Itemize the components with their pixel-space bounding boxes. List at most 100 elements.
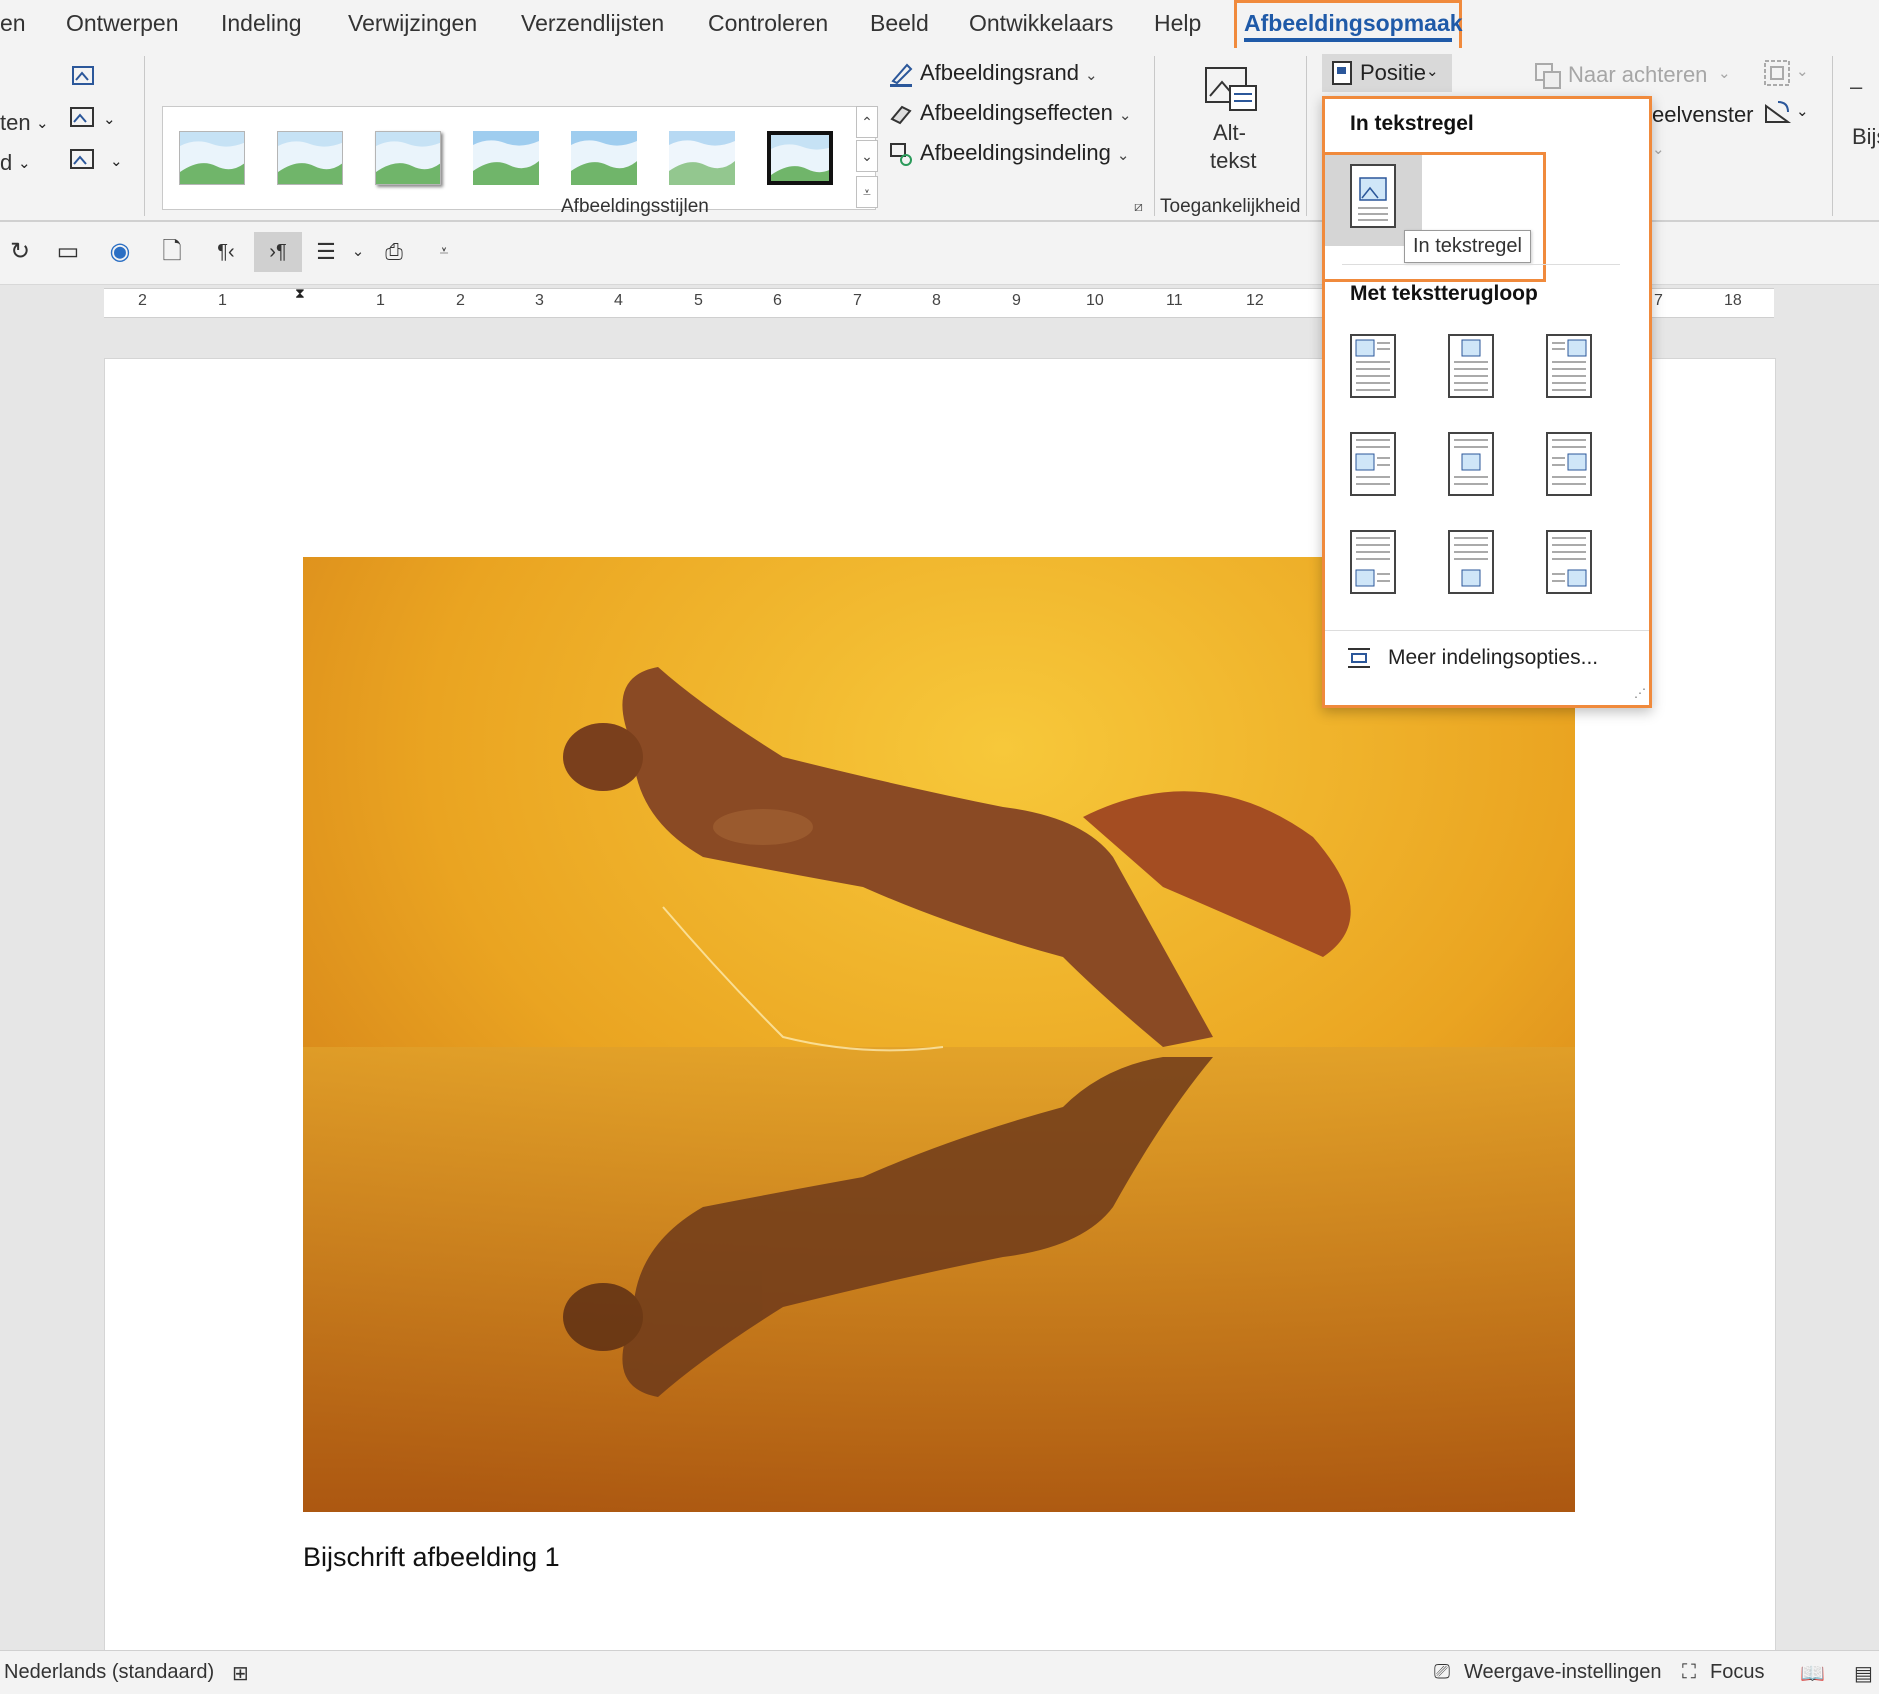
position-middle-center-icon[interactable]	[1448, 432, 1494, 496]
alt-text-label-2[interactable]: tekst	[1210, 148, 1256, 174]
crop-icon[interactable]	[68, 62, 98, 90]
ruler-number: 2	[138, 292, 147, 309]
resize-grip-icon[interactable]: ⋰	[1634, 686, 1646, 700]
tab-beeld[interactable]: Beeld	[870, 10, 929, 37]
chevron-down-icon[interactable]: ⌄	[103, 110, 116, 128]
picture-border-button[interactable]: Afbeeldingsrand ⌄	[888, 60, 1098, 88]
ruler-number: 6	[773, 292, 782, 309]
alt-text-label-1[interactable]: Alt-	[1213, 120, 1246, 146]
chevron-down-icon[interactable]: ⌄	[1718, 64, 1731, 82]
chevron-down-icon[interactable]: ⌄	[18, 154, 31, 172]
display-settings-button[interactable]: Weergave-instellingen	[1464, 1661, 1662, 1684]
group-label-accessibility: Toegankelijkheid	[1160, 196, 1301, 217]
focus-icon[interactable]: ⛶	[1682, 1661, 1696, 1684]
section-inline-heading: In tekstregel	[1350, 112, 1474, 135]
print-layout-icon[interactable]: ▤	[1854, 1661, 1873, 1686]
send-backward-icon[interactable]	[1534, 62, 1562, 90]
tab-verwijzingen[interactable]: Verwijzingen	[348, 10, 477, 37]
layout-icon	[888, 141, 914, 167]
ruler-number: 4	[614, 292, 623, 309]
ruler-number: 1	[218, 292, 227, 309]
display-settings-icon[interactable]: ⎚	[1434, 1661, 1450, 1684]
picture-effects-button[interactable]: Afbeeldingseffecten ⌄	[888, 100, 1131, 127]
section-wrap-heading: Met tekstterugloop	[1350, 282, 1538, 305]
caption-button-partial[interactable]: Bijs	[1852, 124, 1879, 150]
new-document-icon[interactable]: 🗋	[152, 232, 192, 272]
menu-divider	[1325, 630, 1649, 631]
ltr-paragraph-icon[interactable]: ›¶	[254, 232, 302, 272]
redo-icon[interactable]: ↻	[0, 232, 40, 272]
selection-pane-button[interactable]: eelvenster	[1652, 102, 1754, 128]
ruler-number: 5	[694, 292, 703, 309]
position-button[interactable]: Positie ⌄	[1322, 54, 1452, 92]
picture-style-3[interactable]	[375, 131, 441, 185]
customize-toolbar-icon[interactable]: ⩡	[424, 232, 464, 272]
pen-icon	[888, 61, 914, 88]
gallery-scroll-down[interactable]: ⌄	[856, 140, 878, 172]
minus-icon[interactable]: –	[1850, 74, 1862, 100]
tab-verzendlijsten[interactable]: Verzendlijsten	[521, 10, 664, 37]
picture-style-6[interactable]	[669, 131, 735, 185]
alt-text-icon[interactable]	[1204, 64, 1258, 112]
dialog-launcher-icon[interactable]: ⧄	[1134, 198, 1143, 215]
tab-ontwerpen[interactable]: Ontwerpen	[66, 10, 179, 37]
position-middle-right-icon[interactable]	[1546, 432, 1592, 496]
ribbon-left-partial-2[interactable]: d	[0, 150, 12, 176]
change-picture-icon[interactable]	[68, 104, 98, 132]
picture-style-1[interactable]	[179, 131, 245, 185]
chevron-down-icon[interactable]: ⌄	[110, 152, 123, 170]
chevron-down-icon[interactable]: ⌄	[1652, 140, 1665, 158]
group-separator	[1832, 56, 1833, 216]
position-top-center-icon[interactable]	[1448, 334, 1494, 398]
picture-styles-gallery	[162, 106, 876, 210]
group-separator	[144, 56, 145, 216]
group-separator	[1306, 56, 1307, 216]
rotate-icon[interactable]	[1762, 98, 1792, 128]
language-status[interactable]: Nederlands (standaard)	[4, 1661, 214, 1684]
chevron-down-icon[interactable]: ⌄	[36, 114, 49, 132]
more-layout-options-link[interactable]: Meer indelingsopties...	[1388, 646, 1598, 670]
focus-button[interactable]: Focus	[1710, 1661, 1764, 1684]
tab-ontwikkelaars[interactable]: Ontwikkelaars	[969, 10, 1113, 37]
picture-style-4[interactable]	[473, 131, 539, 185]
position-top-right-icon[interactable]	[1546, 334, 1592, 398]
position-bottom-left-icon[interactable]	[1350, 530, 1396, 594]
indent-marker-icon[interactable]: ⧗	[295, 285, 305, 302]
circle-icon[interactable]: ◉	[100, 232, 140, 272]
ribbon-left-partial-1[interactable]: ten	[0, 110, 31, 136]
ruler-number: 7	[1654, 292, 1663, 309]
picture-style-7[interactable]	[767, 131, 833, 185]
rtl-paragraph-icon[interactable]: ¶‹	[206, 232, 246, 272]
picture-layout-button[interactable]: Afbeeldingsindeling ⌄	[888, 140, 1129, 167]
reset-picture-icon[interactable]	[68, 146, 98, 174]
tab-controleren[interactable]: Controleren	[708, 10, 828, 37]
chevron-down-icon[interactable]: ⌄	[338, 232, 378, 272]
image-caption[interactable]: Bijschrift afbeelding 1	[303, 1542, 560, 1573]
group-label-picture-styles: Afbeeldingsstijlen	[561, 196, 709, 217]
position-bottom-center-icon[interactable]	[1448, 530, 1494, 594]
tab-afbeeldingsopmaak[interactable]: Afbeeldingsopmaak	[1244, 10, 1463, 37]
chevron-down-icon[interactable]: ⌄	[1796, 62, 1809, 80]
inline-with-text-icon[interactable]	[1350, 164, 1396, 228]
position-top-left-icon[interactable]	[1350, 334, 1396, 398]
ruler-number: 11	[1166, 292, 1183, 309]
position-middle-left-icon[interactable]	[1350, 432, 1396, 496]
picture-style-2[interactable]	[277, 131, 343, 185]
tab-start-partial[interactable]: en	[0, 10, 26, 37]
ruler-number: 2	[456, 292, 465, 309]
ruler-number: 8	[932, 292, 941, 309]
active-tab-underline	[1244, 38, 1452, 42]
chevron-down-icon[interactable]: ⌄	[1796, 102, 1809, 120]
gallery-more[interactable]: ⩡	[856, 176, 878, 208]
read-mode-icon[interactable]: 📖	[1800, 1661, 1825, 1686]
position-bottom-right-icon[interactable]	[1546, 530, 1592, 594]
picture-style-5[interactable]	[571, 131, 637, 185]
send-backward-button[interactable]: Naar achteren	[1568, 62, 1707, 88]
print-preview-icon[interactable]: ⎙	[374, 232, 414, 272]
accessibility-check-icon[interactable]: ⊞	[232, 1661, 249, 1686]
gallery-scroll-up[interactable]: ⌃	[856, 106, 878, 138]
tab-help[interactable]: Help	[1154, 10, 1201, 37]
tab-indeling[interactable]: Indeling	[221, 10, 302, 37]
group-icon[interactable]	[1762, 58, 1792, 88]
folder-icon[interactable]: ▭	[48, 232, 88, 272]
